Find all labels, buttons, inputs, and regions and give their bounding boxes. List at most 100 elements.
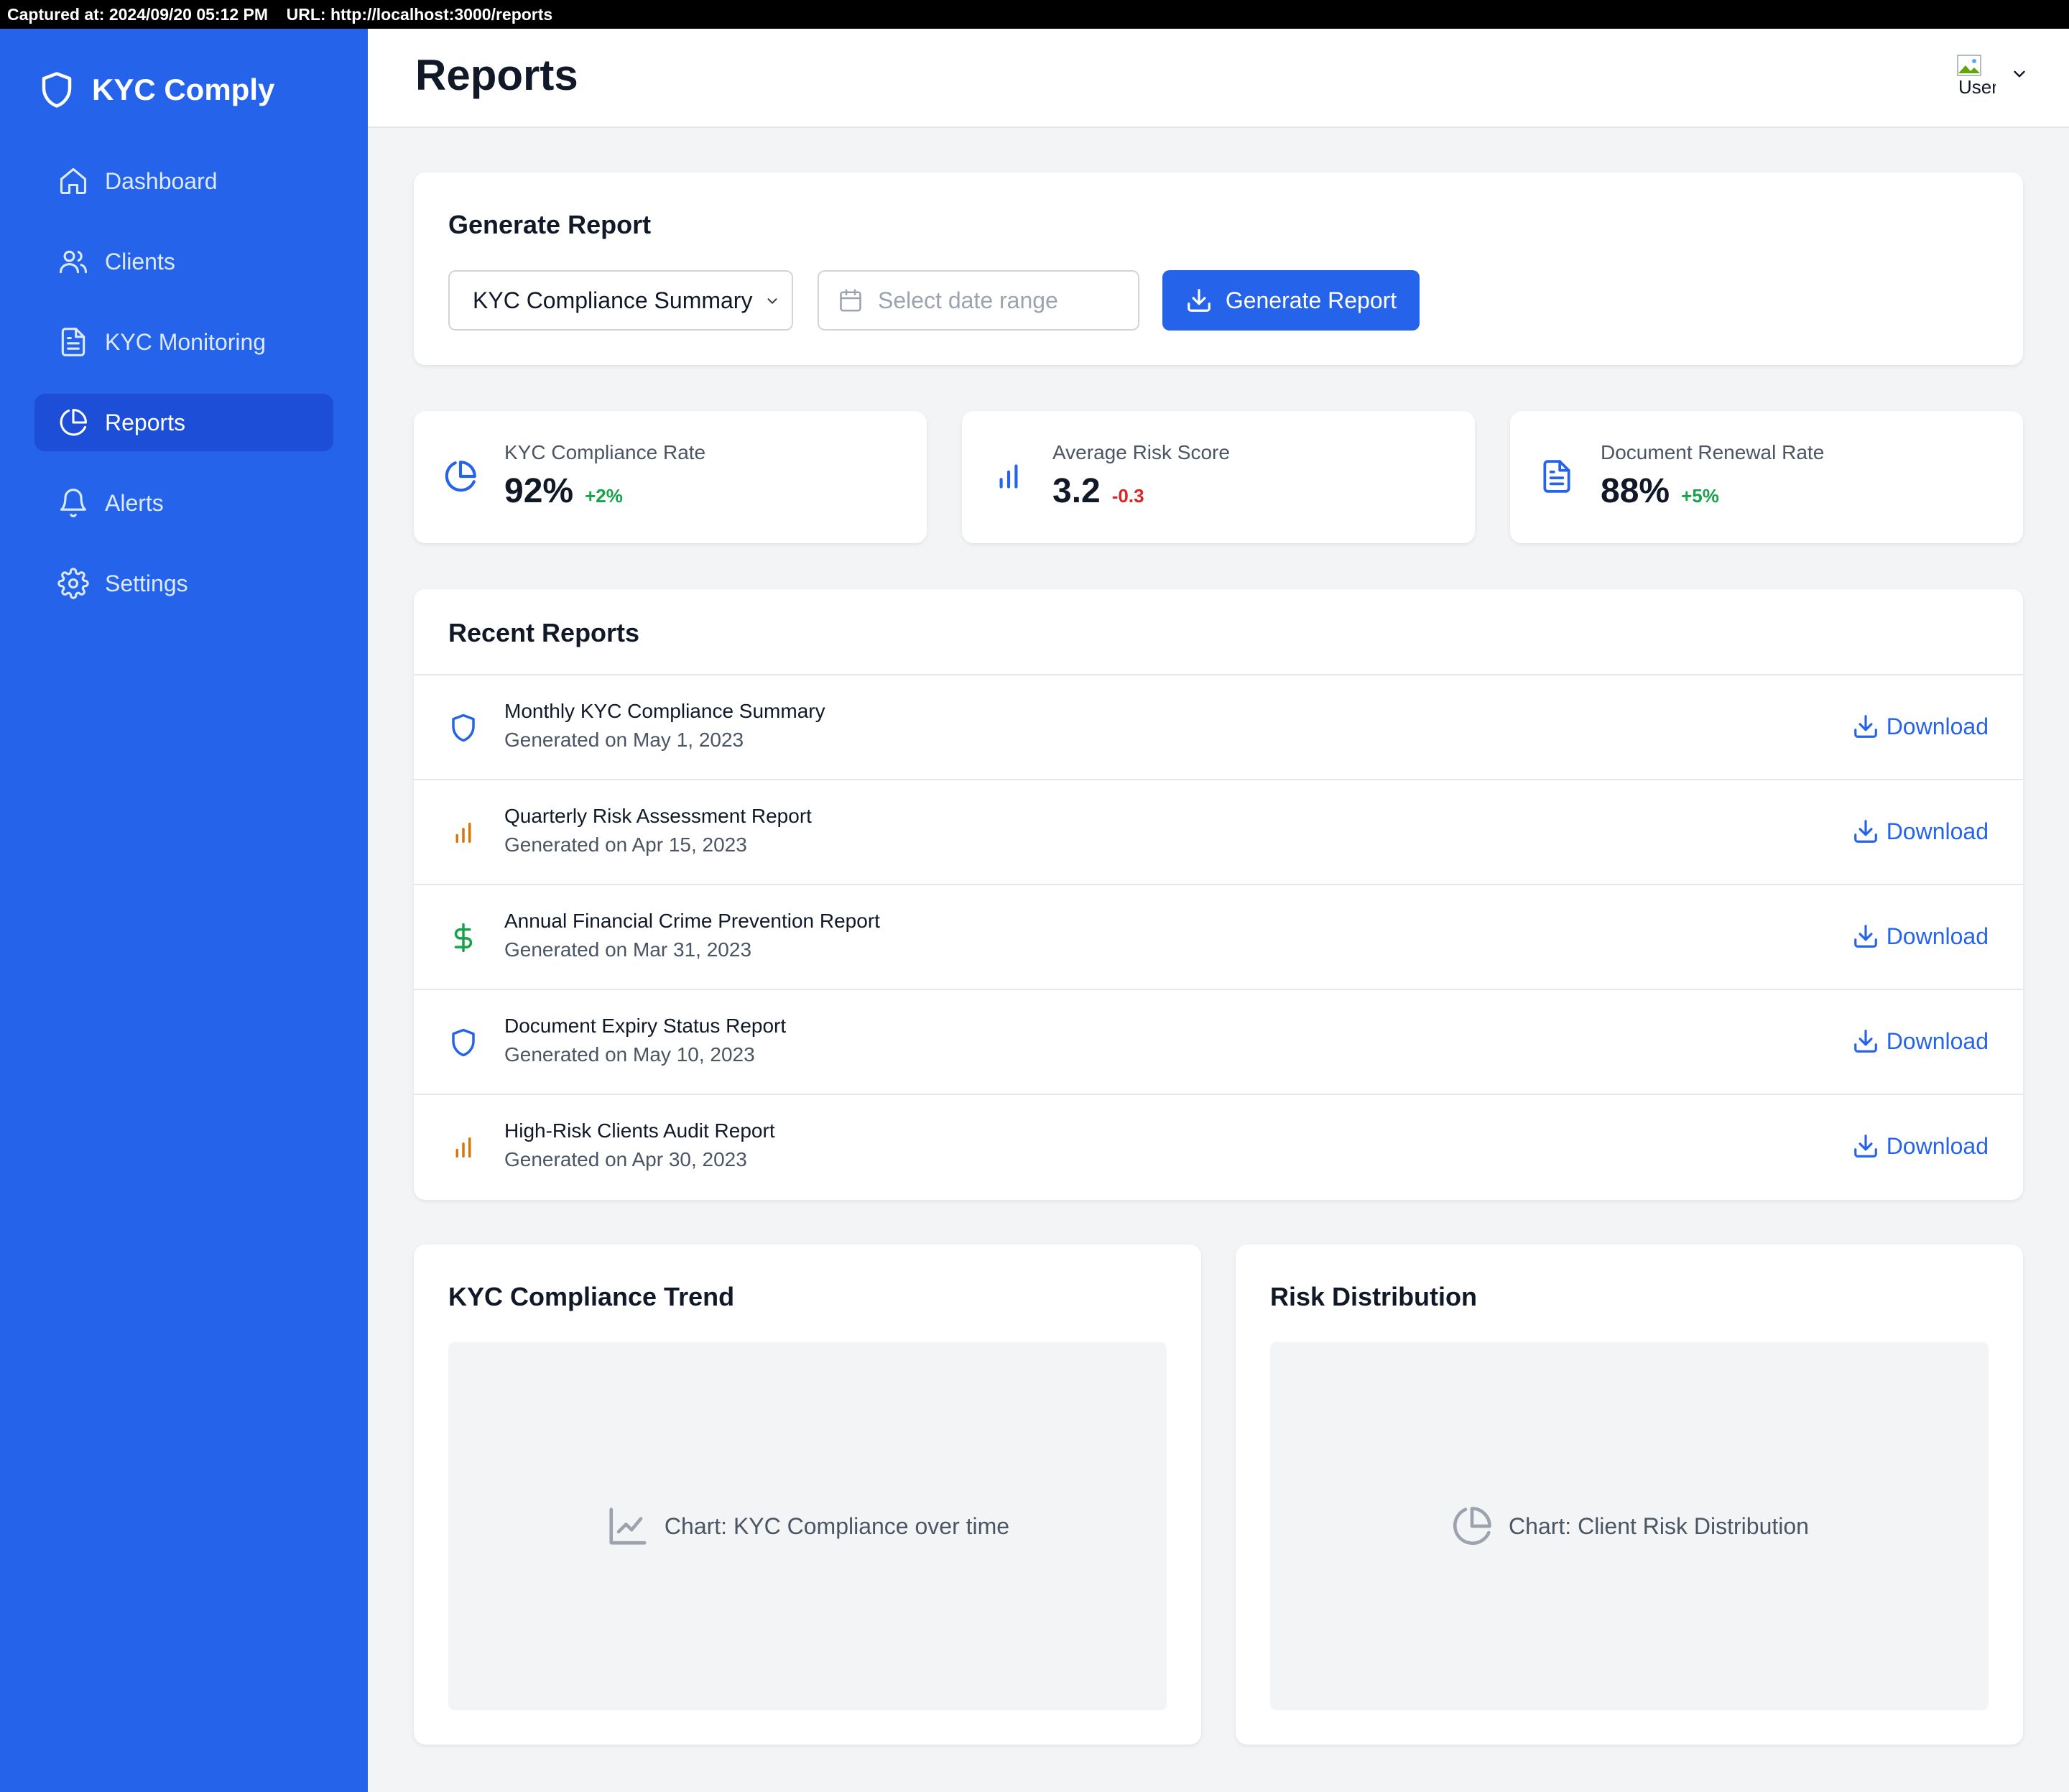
- document-icon: [61, 328, 85, 356]
- card-title: Generate Report: [448, 210, 652, 239]
- stat-card-document-renewal-rate: Document Renewal Rate 88% +5%: [1510, 411, 2023, 543]
- download-label: Download: [1886, 818, 1989, 844]
- generate-report-button[interactable]: Generate Report: [1162, 270, 1420, 331]
- stat-card-compliance-rate: KYC Compliance Rate 92% +2%: [414, 411, 927, 543]
- stat-value: 88%: [1601, 472, 1670, 510]
- sidebar-item-settings[interactable]: Settings: [34, 555, 333, 612]
- card-title: KYC Compliance Trend: [448, 1282, 735, 1311]
- list-item: Annual Financial Crime Prevention Report…: [414, 885, 2023, 990]
- stat-change: +2%: [585, 485, 623, 507]
- sidebar-item-kyc-monitoring[interactable]: KYC Monitoring: [34, 313, 333, 371]
- report-date: Generated on Mar 31, 2023: [504, 938, 752, 961]
- shield-icon: [42, 72, 72, 108]
- page-title: Reports: [415, 51, 578, 99]
- sidebar-item-clients[interactable]: Clients: [34, 233, 333, 290]
- brand-name: KYC Comply: [92, 73, 275, 106]
- recent-reports-card: Recent Reports Monthly KYC Compliance Su…: [414, 589, 2023, 1200]
- document-icon: [1543, 460, 1570, 493]
- download-button[interactable]: Download: [1852, 713, 1989, 740]
- stat-value: 3.2: [1052, 472, 1101, 510]
- download-label: Download: [1886, 713, 1989, 739]
- users-icon: [60, 250, 87, 274]
- chart-placeholder: Chart: KYC Compliance over time: [448, 1342, 1167, 1710]
- sidebar-item-dashboard[interactable]: Dashboard: [34, 152, 333, 210]
- shield-icon: [452, 1028, 475, 1057]
- report-date: Generated on Apr 15, 2023: [504, 833, 747, 856]
- download-button[interactable]: Download: [1852, 1132, 1989, 1160]
- bar-chart-icon: [455, 1137, 471, 1158]
- report-name: High-Risk Clients Audit Report: [504, 1119, 775, 1142]
- top-bar: Reports User: [368, 29, 2069, 128]
- download-icon: [1853, 925, 1877, 948]
- line-chart-icon: [609, 1507, 647, 1545]
- stat-change: -0.3: [1111, 485, 1144, 507]
- list-item: Quarterly Risk Assessment Report Generat…: [414, 780, 2023, 885]
- user-menu[interactable]: User: [1954, 53, 2029, 95]
- capture-info-bar: Captured at: 2024/09/20 05:12 PM URL: ht…: [0, 0, 2069, 29]
- stat-change: +5%: [1681, 485, 1719, 507]
- brand[interactable]: KYC Comply: [37, 65, 274, 115]
- sidebar-item-label: Settings: [105, 570, 188, 596]
- download-button[interactable]: Download: [1852, 818, 1989, 845]
- list-item: Monthly KYC Compliance Summary Generated…: [414, 675, 2023, 780]
- calendar-icon: [840, 289, 861, 312]
- download-icon: [1853, 1030, 1877, 1053]
- list-item: High-Risk Clients Audit Report Generated…: [414, 1095, 2023, 1200]
- card-title: Risk Distribution: [1270, 1282, 1478, 1311]
- report-type-select[interactable]: KYC Compliance Summary: [448, 270, 793, 331]
- shield-icon: [452, 713, 475, 742]
- chevron-down-icon: [767, 298, 777, 304]
- download-icon: [1187, 289, 1211, 312]
- chevron-down-icon[interactable]: [2010, 65, 2029, 83]
- report-date: Generated on May 1, 2023: [504, 729, 744, 751]
- recent-reports-header: Recent Reports: [414, 589, 2023, 675]
- risk-distribution-card: Risk Distribution Chart: Client Risk Dis…: [1236, 1244, 2023, 1745]
- stat-label: Document Renewal Rate: [1601, 441, 1825, 463]
- stat-value-row: 92% +2%: [504, 471, 623, 511]
- chart-placeholder: Chart: Client Risk Distribution: [1270, 1342, 1989, 1710]
- sidebar-item-label: Reports: [105, 409, 186, 435]
- download-label: Download: [1886, 1027, 1989, 1054]
- sidebar-item-label: Dashboard: [105, 167, 218, 194]
- download-button[interactable]: Download: [1852, 1027, 1989, 1055]
- sidebar-item-alerts[interactable]: Alerts: [34, 474, 333, 532]
- kyc-compliance-trend-card: KYC Compliance Trend Chart: KYC Complian…: [414, 1244, 1201, 1745]
- home-icon: [60, 167, 87, 195]
- date-range-placeholder: Select date range: [878, 287, 1058, 313]
- report-date: Generated on Apr 30, 2023: [504, 1148, 747, 1170]
- download-button[interactable]: Download: [1852, 923, 1989, 950]
- download-label: Download: [1886, 1132, 1989, 1159]
- report-name: Annual Financial Crime Prevention Report: [504, 910, 880, 932]
- stat-label: Average Risk Score: [1052, 441, 1230, 463]
- sidebar-item-label: Alerts: [105, 489, 164, 516]
- stat-value-row: 3.2 -0.3: [1052, 471, 1144, 511]
- bell-icon: [60, 489, 87, 517]
- broken-image-icon: [1957, 55, 1981, 76]
- date-range-input[interactable]: Select date range: [818, 270, 1139, 331]
- stat-value-row: 88% +5%: [1601, 471, 1719, 511]
- report-date: Generated on May 10, 2023: [504, 1043, 755, 1066]
- dollar-icon: [454, 923, 473, 953]
- download-icon: [1853, 1135, 1877, 1158]
- sidebar-item-label: KYC Monitoring: [105, 328, 267, 355]
- download-icon: [1853, 820, 1877, 843]
- avatar-alt-text: User: [1958, 76, 1996, 95]
- report-name: Monthly KYC Compliance Summary: [504, 700, 825, 722]
- chart-placeholder-text: Chart: Client Risk Distribution: [1509, 1512, 1809, 1539]
- report-name: Document Expiry Status Report: [504, 1015, 787, 1037]
- pie-chart-icon: [445, 461, 476, 492]
- pie-chart-icon: [1453, 1507, 1491, 1546]
- avatar[interactable]: User: [1954, 53, 1996, 95]
- sidebar-item-reports[interactable]: Reports: [34, 394, 333, 451]
- card-title: Recent Reports: [448, 618, 640, 647]
- gear-icon: [57, 568, 89, 599]
- chart-placeholder-text: Chart: KYC Compliance over time: [664, 1512, 1010, 1539]
- report-name: Quarterly Risk Assessment Report: [504, 805, 812, 827]
- stat-value: 92%: [504, 472, 574, 510]
- stat-label: KYC Compliance Rate: [504, 441, 706, 463]
- download-label: Download: [1886, 923, 1989, 949]
- generate-report-card: Generate Report KYC Compliance Summary S…: [414, 172, 2023, 365]
- bar-chart-icon: [455, 823, 471, 843]
- stat-card-average-risk-score: Average Risk Score 3.2 -0.3: [962, 411, 1475, 543]
- pie-chart-icon: [60, 409, 87, 436]
